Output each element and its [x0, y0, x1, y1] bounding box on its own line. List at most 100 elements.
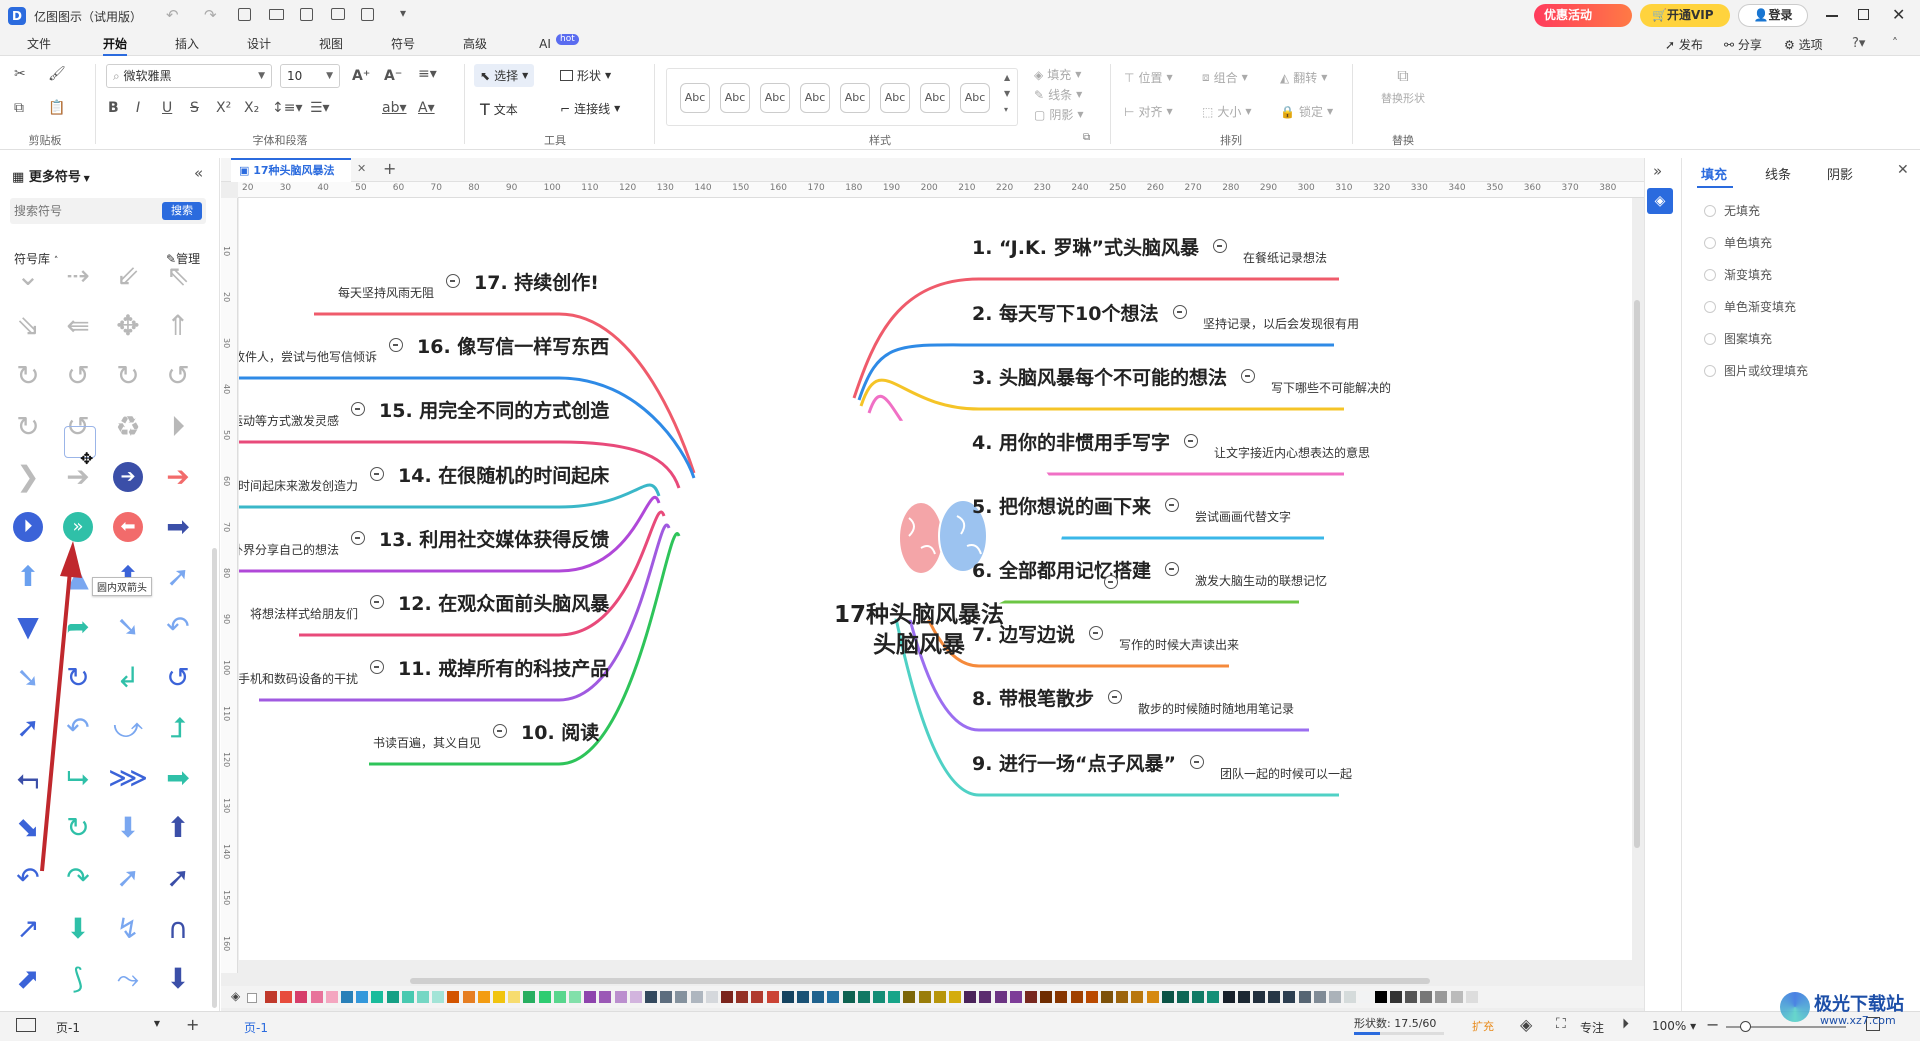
symbol-item[interactable]: ➚	[158, 858, 198, 898]
color-swatch[interactable]	[842, 991, 855, 1003]
strikethrough-icon[interactable]: S	[190, 100, 199, 116]
symbol-item[interactable]: ⤻	[108, 708, 148, 748]
export-icon[interactable]	[361, 8, 374, 21]
cut-icon[interactable]: ✂	[14, 66, 26, 82]
radio-texture[interactable]	[1704, 364, 1716, 377]
symbol-item[interactable]: ⟆	[58, 959, 98, 999]
color-swatch[interactable]	[341, 991, 353, 1003]
color-swatch[interactable]	[295, 991, 308, 1003]
color-swatch[interactable]	[1465, 991, 1478, 1003]
vip-button[interactable]: 🛒开通VIP	[1640, 4, 1730, 27]
line-spacing-icon[interactable]: ↕≡▾	[272, 100, 303, 116]
zoom-level[interactable]: 100% ▾	[1652, 1019, 1696, 1033]
topic-note[interactable]: 散步的时候随时随地用笔记录	[1138, 700, 1294, 717]
color-swatch[interactable]	[705, 991, 718, 1003]
fill-panel-icon[interactable]: ◈	[1647, 188, 1673, 214]
new-tab-icon[interactable]: +	[383, 159, 396, 178]
symbol-item[interactable]: ⬈	[8, 959, 48, 999]
color-swatch[interactable]	[873, 991, 885, 1003]
zoom-slider-handle[interactable]	[1740, 1021, 1751, 1032]
no-color-swatch[interactable]	[247, 993, 257, 1003]
color-swatch[interactable]	[949, 991, 961, 1003]
symbol-item[interactable]: ∩	[158, 909, 198, 949]
collapse-toggle-icon[interactable]	[351, 531, 365, 545]
decrease-font-icon[interactable]: A⁻	[384, 68, 402, 84]
color-swatch[interactable]	[599, 991, 612, 1003]
symbol-item[interactable]: ⇑	[158, 306, 198, 346]
color-swatch[interactable]	[933, 991, 946, 1003]
color-swatch[interactable]	[310, 991, 323, 1003]
fill-button[interactable]: ◈ 填充 ▼	[1034, 66, 1081, 83]
color-swatch[interactable]	[1389, 991, 1402, 1003]
doc-tab[interactable]: ▣ 17种头脑风暴法	[231, 158, 351, 182]
bullet-list-icon[interactable]: ☰▾	[310, 100, 330, 116]
topic-note[interactable]: 每天坚持风雨无阻	[338, 284, 434, 301]
collapse-toggle-icon[interactable]	[1213, 239, 1227, 253]
topic-title[interactable]: 6. 全部都用记忆搭建	[972, 556, 1151, 583]
font-color-icon[interactable]: A▾	[418, 100, 435, 116]
topic-note[interactable]: 虚拟一位收件人，尝试与他写信倾诉	[239, 348, 377, 365]
subscript-icon[interactable]: X₂	[244, 100, 259, 116]
symbol-item[interactable]: ↻	[108, 356, 148, 396]
color-swatch[interactable]	[1146, 991, 1159, 1003]
color-swatch[interactable]	[432, 991, 445, 1003]
panel-header[interactable]: ▦ 更多符号 ▼	[12, 166, 90, 185]
color-swatch[interactable]	[371, 991, 384, 1003]
size-button[interactable]: ⬚ 大小 ▼	[1202, 103, 1252, 120]
tab-shadow[interactable]: 阴影	[1827, 164, 1853, 183]
open-folder-icon[interactable]	[269, 9, 284, 20]
promo-button[interactable]: 优惠活动	[1534, 4, 1632, 27]
collapse-toggle-icon[interactable]	[1165, 562, 1179, 576]
color-swatch[interactable]	[1313, 991, 1326, 1003]
tab-insert[interactable]: 插入	[166, 32, 208, 56]
color-swatch[interactable]	[721, 991, 733, 1003]
save-icon[interactable]	[300, 8, 313, 21]
topic-note[interactable]: 团队一起的时候可以一起	[1220, 765, 1352, 782]
style-swatch[interactable]: Abc	[760, 83, 790, 113]
replace-shape-button[interactable]: ⧉ 替换形状	[1374, 66, 1432, 106]
topic-title[interactable]: 11. 戒掉所有的科技产品	[398, 654, 609, 681]
zoom-out-icon[interactable]: −	[1706, 1015, 1719, 1034]
symbol-item[interactable]: ⮥	[158, 708, 198, 748]
page-scrollbar-vertical[interactable]	[1634, 300, 1640, 848]
symbol-item[interactable]: ➚	[158, 557, 198, 597]
symbol-item[interactable]: ↻	[8, 407, 48, 447]
topic-note[interactable]: 坚持记录，以后会发现很有用	[1203, 315, 1359, 332]
symbol-item[interactable]: ↯	[108, 909, 148, 949]
color-swatch[interactable]	[1283, 991, 1296, 1003]
print-icon[interactable]	[331, 8, 345, 20]
symbol-item[interactable]: ↺	[158, 356, 198, 396]
page-selector[interactable]: 页-1 ▼	[56, 1019, 160, 1036]
color-swatch[interactable]	[1070, 991, 1083, 1003]
color-swatch[interactable]	[1435, 991, 1448, 1003]
symbol-item[interactable]: ↺	[158, 658, 198, 698]
tab-file[interactable]: 文件	[18, 32, 60, 56]
collapse-toggle-icon[interactable]	[1108, 690, 1122, 704]
symbol-item[interactable]: ↶	[158, 607, 198, 647]
underline-icon[interactable]: U	[162, 100, 172, 116]
color-swatch[interactable]	[964, 991, 977, 1003]
collapse-toggle-icon[interactable]	[370, 467, 384, 481]
topic-title[interactable]: 7. 边写边说	[972, 620, 1075, 647]
undo-icon[interactable]: ↶	[166, 6, 179, 24]
color-swatch[interactable]	[827, 991, 840, 1003]
symbol-item[interactable]: ⇙	[108, 256, 148, 296]
symbol-item[interactable]: ✥	[108, 306, 148, 346]
color-swatch[interactable]	[690, 991, 703, 1003]
customize-icon[interactable]: ▾	[400, 6, 406, 20]
tab-advanced[interactable]: 高级	[454, 32, 496, 56]
color-swatch[interactable]	[1298, 991, 1311, 1003]
topic-title[interactable]: 5. 把你想说的画下来	[972, 492, 1151, 519]
expand-panel-icon[interactable]: »	[1653, 162, 1662, 180]
color-swatch[interactable]	[1359, 991, 1372, 1003]
copy-icon[interactable]: ⧉	[14, 100, 24, 116]
color-swatch[interactable]	[265, 991, 277, 1003]
panel-scrollbar[interactable]	[212, 548, 217, 1008]
color-swatch[interactable]	[1237, 991, 1250, 1003]
color-swatch[interactable]	[918, 991, 931, 1003]
options-button[interactable]: ⚙ 选项	[1784, 36, 1823, 53]
color-swatch[interactable]	[508, 991, 521, 1003]
color-swatch[interactable]	[1161, 991, 1174, 1003]
color-swatch[interactable]	[1131, 991, 1144, 1003]
tab-fill[interactable]: 填充	[1701, 164, 1727, 183]
